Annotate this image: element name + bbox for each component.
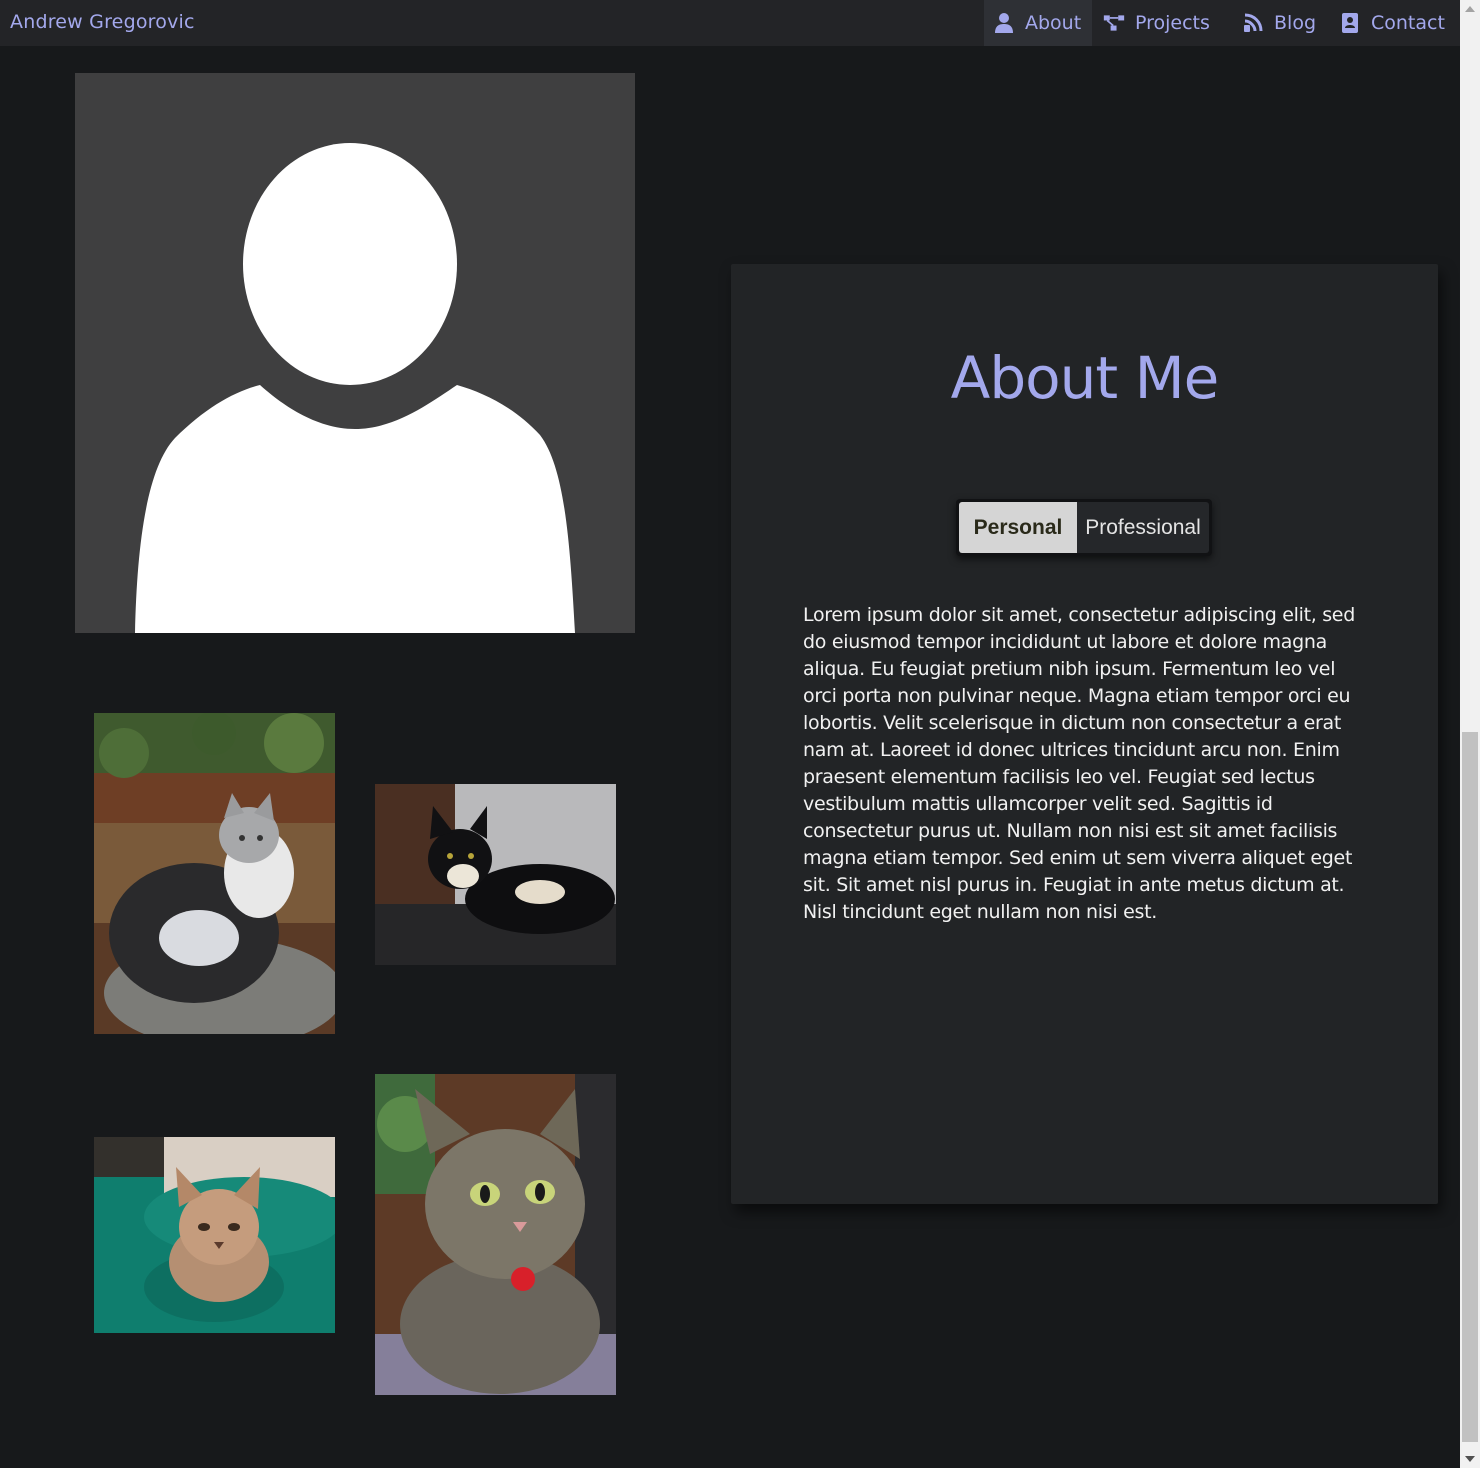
nav-item-label: Projects xyxy=(1135,12,1210,34)
scroll-down-icon[interactable] xyxy=(1465,1456,1475,1462)
person-silhouette-icon xyxy=(135,143,575,633)
blog-icon xyxy=(1244,13,1263,32)
scrollbar-thumb[interactable] xyxy=(1462,732,1478,1442)
about-tab-toggle: Personal Professional xyxy=(956,499,1212,556)
profile-avatar xyxy=(75,73,635,633)
bio-text: Lorem ipsum dolor sit amet, consectetur … xyxy=(803,604,1355,923)
page-title: About Me xyxy=(950,344,1220,412)
nav-item-contact[interactable]: Contact xyxy=(1337,0,1455,46)
scroll-up-icon[interactable] xyxy=(1465,6,1475,12)
user-icon xyxy=(995,13,1013,33)
nav-item-about[interactable]: About xyxy=(984,0,1092,46)
tab-personal[interactable]: Personal xyxy=(959,502,1077,553)
contact-card-icon xyxy=(1342,13,1358,33)
tab-professional[interactable]: Professional xyxy=(1077,502,1209,553)
nav-item-label: Contact xyxy=(1371,12,1445,34)
cat-photo xyxy=(375,784,616,965)
navbar: Andrew Gregorovic About Projects Blog Co… xyxy=(0,0,1460,46)
cat-photo xyxy=(375,1074,616,1395)
cat-photo xyxy=(94,1137,335,1333)
diagram-icon xyxy=(1103,15,1125,31)
cat-photo xyxy=(94,713,335,1034)
page: Andrew Gregorovic About Projects Blog Co… xyxy=(0,0,1480,1468)
nav-item-label: About xyxy=(1025,12,1082,34)
vertical-scrollbar[interactable] xyxy=(1460,0,1480,1468)
nav-item-label: Blog xyxy=(1274,12,1316,34)
brand-name[interactable]: Andrew Gregorovic xyxy=(10,11,195,33)
nav-item-blog[interactable]: Blog xyxy=(1240,0,1324,46)
nav-item-projects[interactable]: Projects xyxy=(1101,0,1226,46)
